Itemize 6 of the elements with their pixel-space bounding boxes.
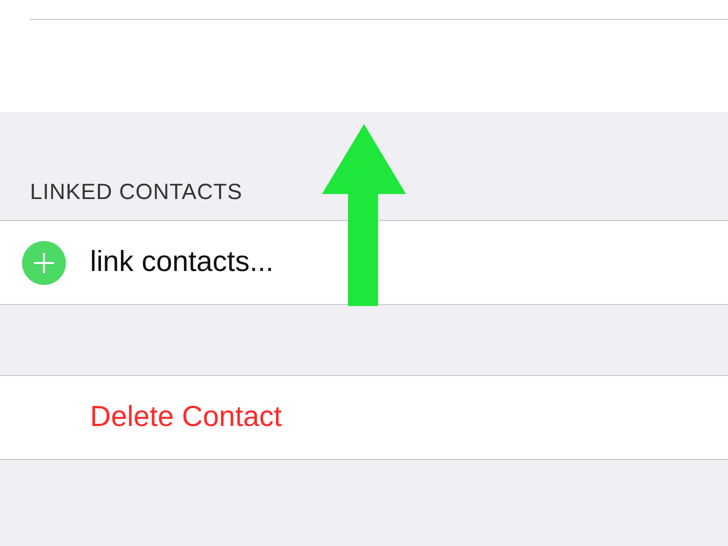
delete-contact-button[interactable]: Delete Contact [0, 375, 728, 460]
up-arrow-icon [322, 124, 406, 306]
link-contacts-row[interactable]: link contacts... [0, 220, 728, 305]
row-label: link contacts... [90, 246, 274, 279]
section-header: LINKED CONTACTS [29, 178, 244, 206]
add-icon [22, 240, 66, 284]
